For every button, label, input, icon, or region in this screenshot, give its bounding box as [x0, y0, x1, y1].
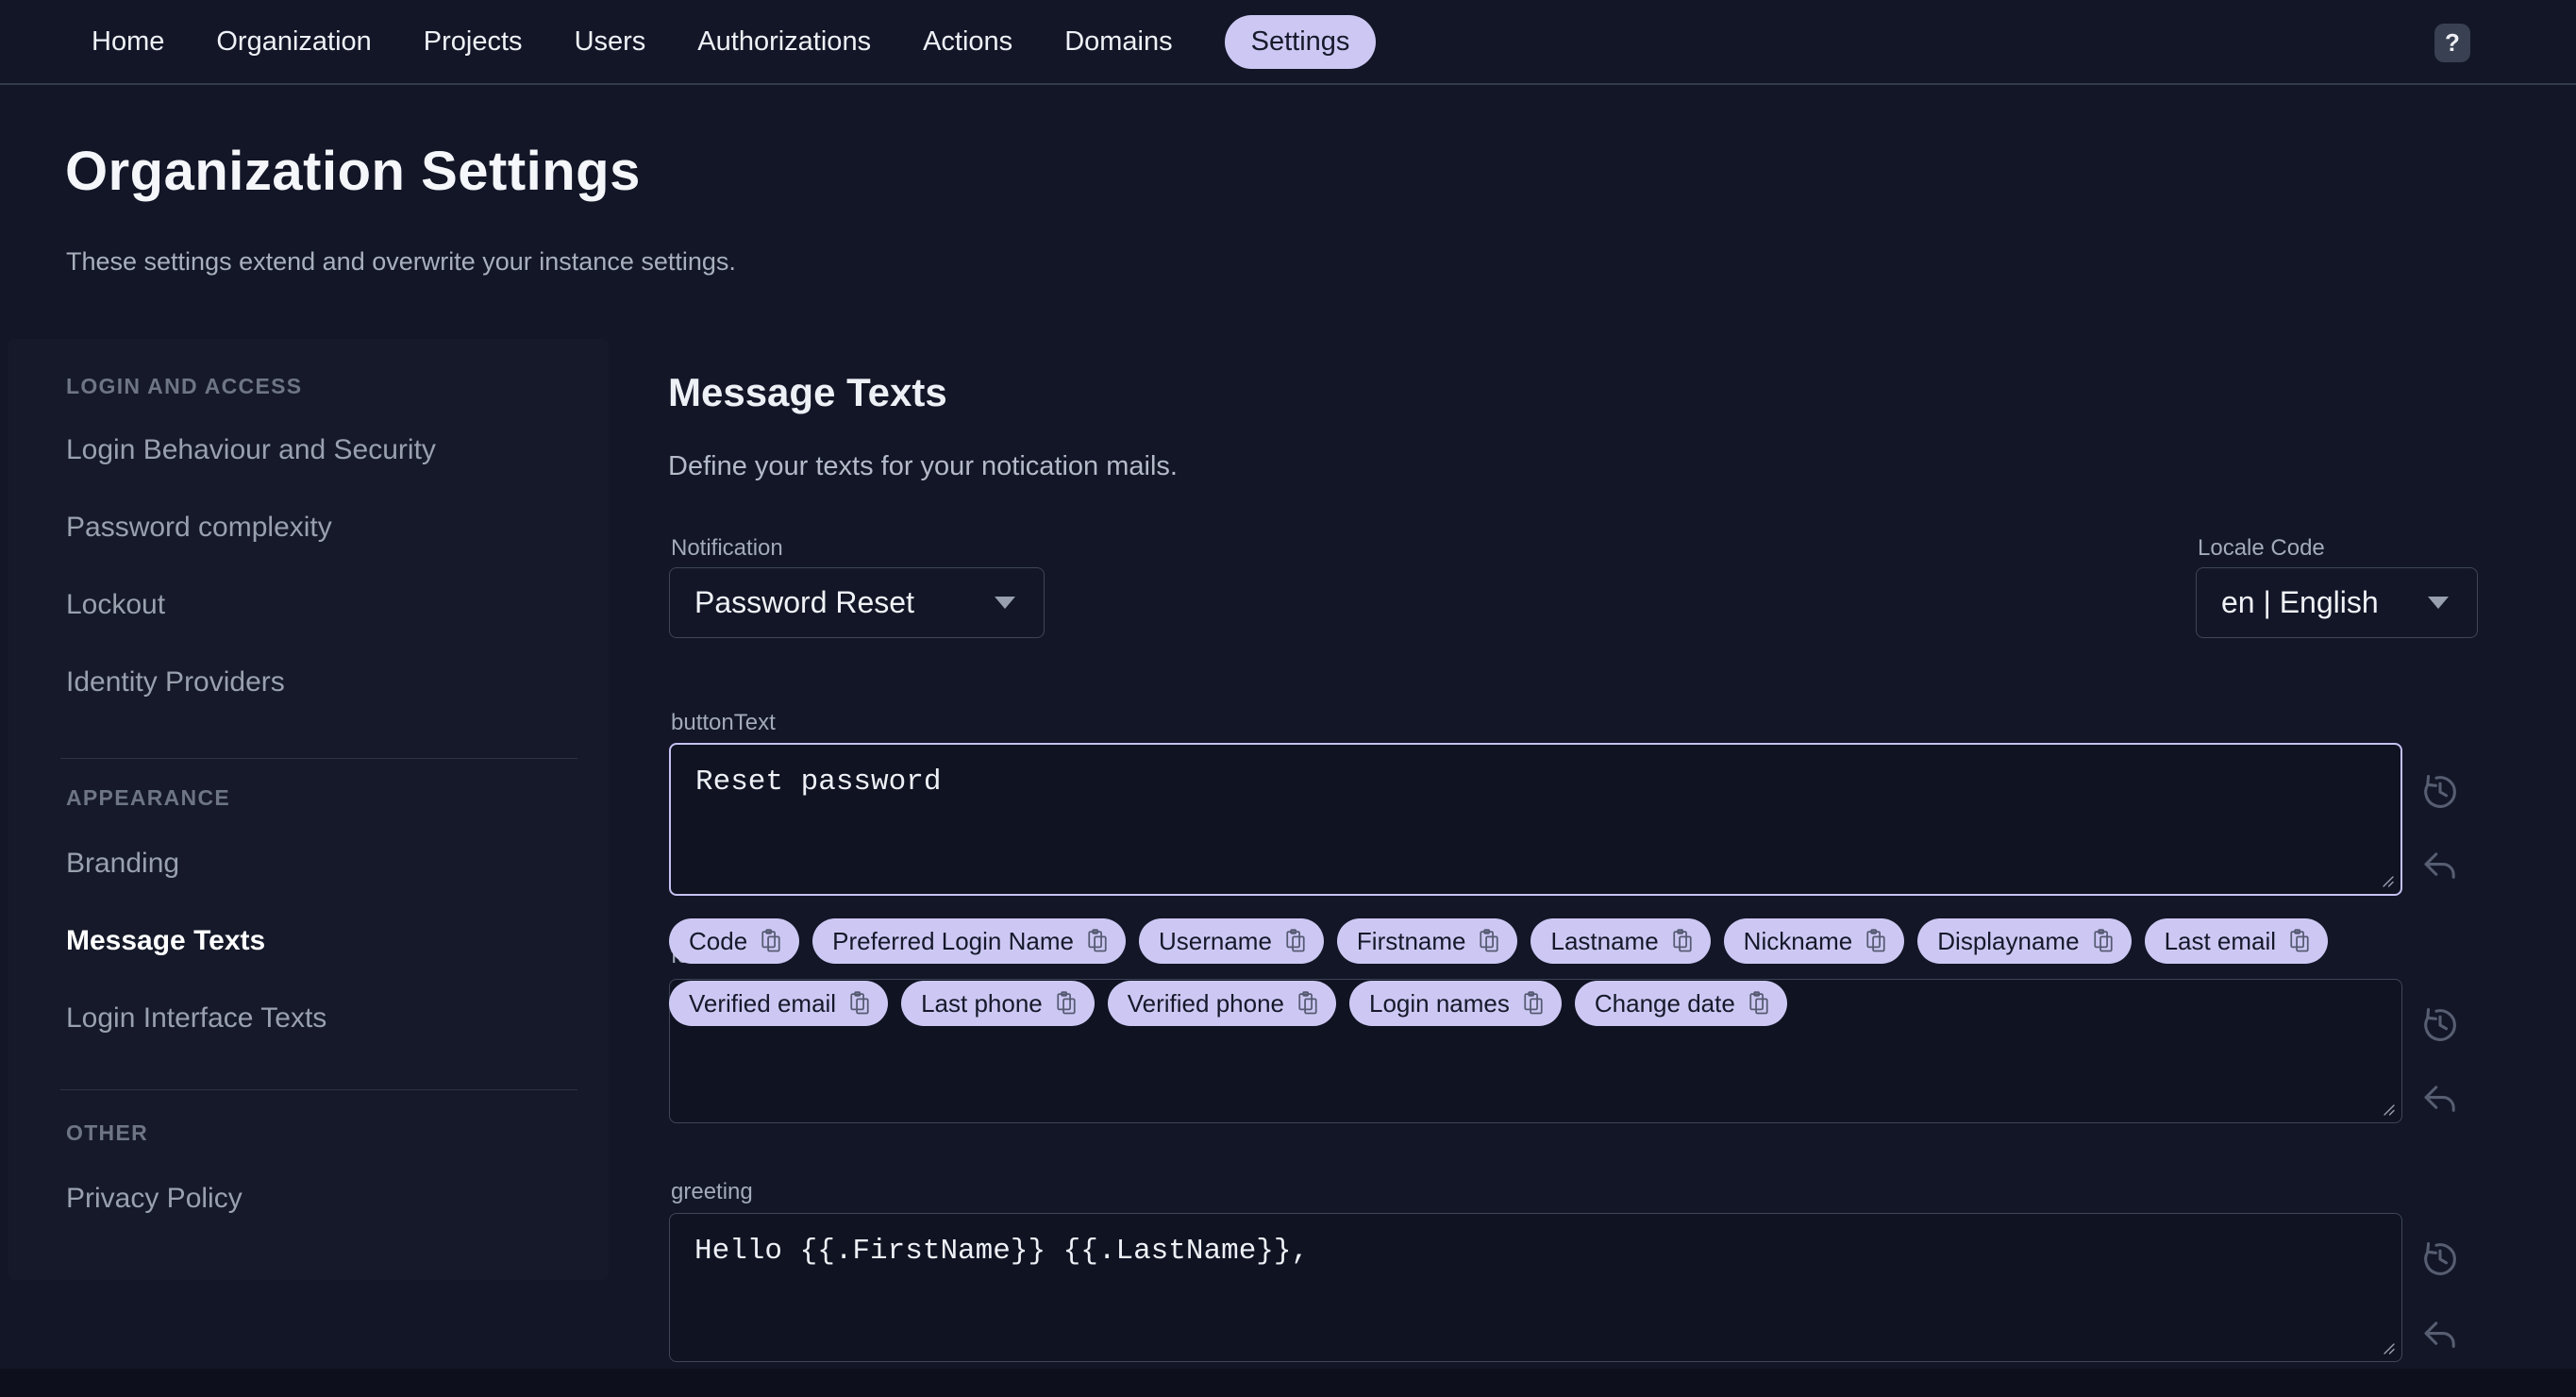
bottom-edge-strip — [0, 1369, 2576, 1397]
clipboard-copy-icon — [1673, 929, 1692, 952]
page-subtitle: These settings extend and overwrite your… — [66, 247, 736, 276]
chip-label: Last email — [2164, 926, 2277, 955]
chip-last-email[interactable]: Last email — [2144, 918, 2329, 964]
chip-label: Last phone — [921, 988, 1043, 1018]
locale-select[interactable]: en | English — [2196, 567, 2478, 638]
chip-label: Verified email — [689, 988, 837, 1018]
section-title: Message Texts — [668, 370, 947, 414]
history-icon — [2424, 1007, 2456, 1041]
chip-verified-phone[interactable]: Verified phone — [1107, 981, 1336, 1026]
clipboard-copy-icon — [1866, 929, 1885, 952]
help-button[interactable]: ? — [2434, 24, 2470, 62]
nav-item-settings[interactable]: Settings — [1224, 14, 1377, 69]
chip-login-names[interactable]: Login names — [1349, 981, 1562, 1026]
clipboard-copy-icon — [1524, 991, 1543, 1015]
greeting-textarea[interactable]: Hello {{.FirstName}} {{.LastName}}, — [670, 1214, 2401, 1361]
chip-label: Firstname — [1356, 926, 1466, 955]
chip-nickname[interactable]: Nickname — [1723, 918, 1905, 964]
nav-item-domains[interactable]: Domains — [1064, 27, 1172, 56]
greeting-field-wrap: Hello {{.FirstName}} {{.LastName}}, — [669, 1213, 2402, 1362]
nav-item-organization[interactable]: Organization — [216, 27, 371, 56]
sidebar-section-login-and-access: LOGIN AND ACCESS — [66, 374, 303, 398]
chip-label: Displayname — [1937, 926, 2080, 955]
nav-item-authorizations[interactable]: Authorizations — [697, 27, 871, 56]
clipboard-copy-icon — [1088, 929, 1107, 952]
chip-label: Preferred Login Name — [832, 926, 1074, 955]
sidebar-item-login-interface-texts[interactable]: Login Interface Texts — [66, 1001, 326, 1035]
chevron-down-icon — [995, 597, 1015, 609]
chip-label: Change date — [1594, 988, 1735, 1018]
sidebar-section-other: OTHER — [66, 1120, 148, 1145]
sidebar-divider — [60, 1089, 577, 1090]
greeting-history-button[interactable] — [2418, 1237, 2462, 1281]
undo-arrow-icon — [2424, 852, 2455, 879]
history-icon — [2424, 1241, 2456, 1275]
notification-label: Notification — [671, 535, 783, 561]
nav-item-home[interactable]: Home — [92, 27, 164, 56]
chip-code[interactable]: Code — [669, 918, 800, 964]
sidebar-item-identity-providers[interactable]: Identity Providers — [66, 665, 285, 699]
locale-select-value: en | English — [2221, 585, 2379, 619]
clipboard-copy-icon — [1286, 929, 1305, 952]
chip-label: Lastname — [1550, 926, 1659, 955]
chip-lastname[interactable]: Lastname — [1531, 918, 1711, 964]
sidebar-item-lockout[interactable]: Lockout — [66, 588, 165, 622]
chip-firstname[interactable]: Firstname — [1336, 918, 1518, 964]
footertext-undo-button[interactable] — [2418, 1079, 2462, 1122]
greeting-undo-button[interactable] — [2418, 1315, 2462, 1358]
chip-last-phone[interactable]: Last phone — [901, 981, 1095, 1026]
buttontext-field-wrap: Reset password — [669, 743, 2402, 896]
nav-item-actions[interactable]: Actions — [923, 27, 1012, 56]
chip-label: Username — [1158, 926, 1272, 955]
greeting-label: greeting — [671, 1179, 753, 1204]
nav-item-users[interactable]: Users — [575, 27, 646, 56]
clipboard-copy-icon — [1480, 929, 1499, 952]
placeholder-chips-row-2: Verified email Last phone Verified phone… — [669, 981, 1787, 1026]
placeholder-chips-row-1: Code Preferred Login Name Username First… — [669, 918, 2329, 964]
section-description: Define your texts for your notication ma… — [668, 451, 1178, 481]
sidebar-item-login-behaviour-and-security[interactable]: Login Behaviour and Security — [66, 433, 436, 467]
clipboard-copy-icon — [1298, 991, 1317, 1015]
clipboard-copy-icon — [850, 991, 869, 1015]
sidebar-item-message-texts[interactable]: Message Texts — [66, 924, 265, 958]
buttontext-textarea[interactable]: Reset password — [671, 745, 2400, 894]
chevron-down-icon — [2428, 597, 2449, 609]
chip-label: Login names — [1369, 988, 1510, 1018]
clipboard-copy-icon — [2093, 929, 2113, 952]
settings-sidebar: LOGIN AND ACCESS Login Behaviour and Sec… — [8, 339, 609, 1280]
sidebar-item-privacy-policy[interactable]: Privacy Policy — [66, 1182, 243, 1216]
footertext-history-button[interactable] — [2418, 1003, 2462, 1047]
clipboard-copy-icon — [761, 929, 780, 952]
buttontext-undo-button[interactable] — [2418, 846, 2462, 889]
buttontext-label: buttonText — [671, 710, 776, 735]
notification-select[interactable]: Password Reset — [669, 567, 1045, 638]
top-navbar: Home Organization Projects Users Authori… — [0, 0, 2576, 85]
history-icon — [2424, 774, 2456, 808]
chip-change-date[interactable]: Change date — [1574, 981, 1787, 1026]
sidebar-divider — [60, 758, 577, 759]
page-title: Organization Settings — [65, 141, 641, 202]
app-window: Home Organization Projects Users Authori… — [0, 0, 2576, 1397]
chip-label: Code — [689, 926, 748, 955]
chip-displayname[interactable]: Displayname — [1917, 918, 2132, 964]
undo-arrow-icon — [2424, 1086, 2455, 1112]
locale-code-label: Locale Code — [2198, 535, 2325, 561]
chip-preferred-login-name[interactable]: Preferred Login Name — [812, 918, 1126, 964]
sidebar-item-password-complexity[interactable]: Password complexity — [66, 511, 332, 545]
chip-label: Verified phone — [1127, 988, 1284, 1018]
sidebar-item-branding[interactable]: Branding — [66, 847, 179, 881]
chip-username[interactable]: Username — [1138, 918, 1324, 964]
undo-arrow-icon — [2424, 1321, 2455, 1348]
nav-item-projects[interactable]: Projects — [424, 27, 523, 56]
chip-label: Nickname — [1743, 926, 1853, 955]
chip-verified-email[interactable]: Verified email — [669, 981, 889, 1026]
sidebar-section-appearance: APPEARANCE — [66, 785, 231, 810]
notification-select-value: Password Reset — [694, 585, 914, 619]
buttontext-history-button[interactable] — [2418, 770, 2462, 814]
clipboard-copy-icon — [2290, 929, 2309, 952]
clipboard-copy-icon — [1749, 991, 1768, 1015]
clipboard-copy-icon — [1057, 991, 1076, 1015]
